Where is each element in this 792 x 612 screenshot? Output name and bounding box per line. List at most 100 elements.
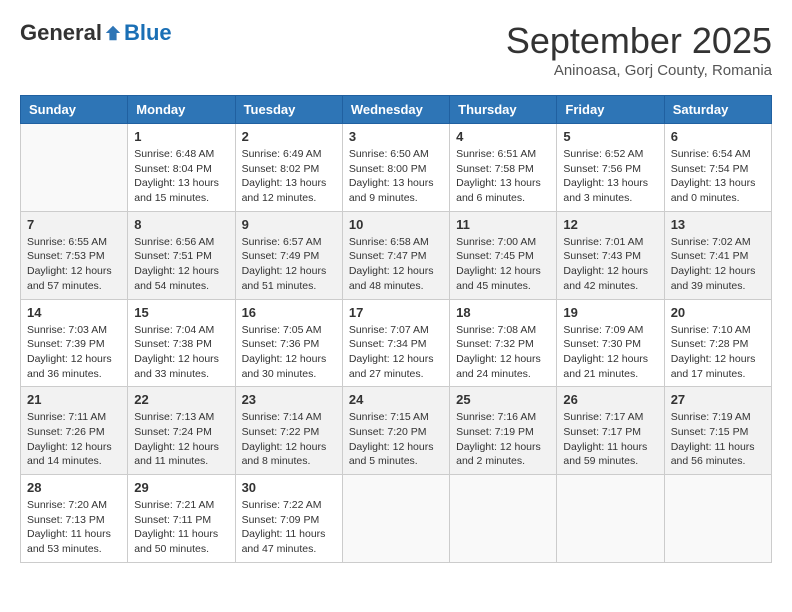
day-info: Sunrise: 6:50 AMSunset: 8:00 PMDaylight:…	[349, 147, 443, 206]
sunrise-text: Sunrise: 7:11 AM	[27, 411, 106, 423]
day-number: 3	[349, 129, 443, 144]
day-number: 15	[134, 305, 228, 320]
day-number: 7	[27, 217, 121, 232]
sunset-text: Sunset: 7:41 PM	[671, 250, 749, 262]
day-number: 8	[134, 217, 228, 232]
daylight-text: Daylight: 12 hours	[27, 265, 112, 277]
daylight-text: Daylight: 12 hours	[349, 265, 434, 277]
sunset-text: Sunset: 8:04 PM	[134, 163, 212, 175]
day-number: 12	[563, 217, 657, 232]
sunset-text: Sunset: 7:32 PM	[456, 338, 534, 350]
sunset-text: Sunset: 7:38 PM	[134, 338, 212, 350]
sunset-text: Sunset: 7:43 PM	[563, 250, 641, 262]
daylight-text: and 33 minutes.	[134, 368, 209, 380]
daylight-text: and 3 minutes.	[563, 192, 632, 204]
day-info: Sunrise: 6:49 AMSunset: 8:02 PMDaylight:…	[242, 147, 336, 206]
calendar-cell: 18Sunrise: 7:08 AMSunset: 7:32 PMDayligh…	[450, 299, 557, 387]
sunset-text: Sunset: 7:22 PM	[242, 426, 320, 438]
day-number: 22	[134, 392, 228, 407]
day-info: Sunrise: 6:51 AMSunset: 7:58 PMDaylight:…	[456, 147, 550, 206]
calendar-week-row: 7Sunrise: 6:55 AMSunset: 7:53 PMDaylight…	[21, 211, 772, 299]
day-info: Sunrise: 7:11 AM Sunset: 7:26 PM Daylight:…	[27, 410, 121, 469]
logo: General Blue	[20, 20, 172, 46]
sunrise-text: Sunrise: 7:09 AM	[563, 324, 643, 336]
daylight-text: and 30 minutes.	[242, 368, 317, 380]
weekday-header-saturday: Saturday	[664, 96, 771, 124]
calendar-cell: 10Sunrise: 6:58 AMSunset: 7:47 PMDayligh…	[342, 211, 449, 299]
sunset-text: Sunset: 7:15 PM	[671, 426, 749, 438]
day-number: 6	[671, 129, 765, 144]
calendar-cell: 3Sunrise: 6:50 AMSunset: 8:00 PMDaylight…	[342, 124, 449, 212]
daylight-text: and 15 minutes.	[134, 192, 209, 204]
daylight-text: Daylight: 12 hours	[134, 265, 219, 277]
calendar-cell: 1Sunrise: 6:48 AMSunset: 8:04 PMDaylight…	[128, 124, 235, 212]
sunset-text: Sunset: 7:45 PM	[456, 250, 534, 262]
day-number: 17	[349, 305, 443, 320]
sunrise-text: Sunrise: 7:10 AM	[671, 324, 751, 336]
sunrise-text: Sunrise: 6:54 AM	[671, 148, 751, 160]
sunset-text: Sunset: 8:00 PM	[349, 163, 427, 175]
weekday-header-sunday: Sunday	[21, 96, 128, 124]
day-info: Sunrise: 7:19 AM Sunset: 7:15 PM Daylight:…	[671, 410, 765, 469]
calendar-cell	[664, 475, 771, 563]
daylight-text: and 56 minutes.	[671, 455, 746, 467]
day-info: Sunrise: 7:02 AMSunset: 7:41 PMDaylight:…	[671, 235, 765, 294]
daylight-text: Daylight: 12 hours	[242, 265, 327, 277]
sunrise-text: Sunrise: 6:51 AM	[456, 148, 536, 160]
daylight-text: Daylight: 12 hours	[456, 265, 541, 277]
day-info: Sunrise: 7:15 AMSunset: 7:20 PMDaylight:…	[349, 410, 443, 469]
sunrise-text: Sunrise: 7:14 AM	[242, 411, 322, 423]
daylight-text: and 0 minutes.	[671, 192, 740, 204]
day-info: Sunrise: 6:57 AM Sunset: 7:49 PM Daylight:…	[242, 235, 336, 294]
sunrise-text: Sunrise: 6:48 AM	[134, 148, 214, 160]
sunrise-text: Sunrise: 6:57 AM	[242, 236, 322, 248]
sunrise-text: Sunrise: 6:50 AM	[349, 148, 429, 160]
daylight-text: Daylight: 12 hours	[134, 441, 219, 453]
daylight-text: Daylight: 11 hours	[671, 441, 755, 453]
calendar-week-row: 21Sunrise: 7:11 AMSunset: 7:26 PMDayligh…	[21, 387, 772, 475]
daylight-text: Daylight: 12 hours	[27, 353, 112, 365]
daylight-text: Daylight: 12 hours	[27, 441, 112, 453]
sunrise-text: Sunrise: 7:19 AM	[671, 411, 751, 423]
calendar-cell: 6 Sunrise: 6:54 AMSunset: 7:54 PMDaylight…	[664, 124, 771, 212]
daylight-text: and 57 minutes.	[27, 280, 102, 292]
sunrise-text: Sunrise: 7:04 AM	[134, 324, 214, 336]
day-number: 1	[134, 129, 228, 144]
weekday-header-friday: Friday	[557, 96, 664, 124]
location-subtitle: Aninoasa, Gorj County, Romania	[506, 62, 772, 79]
calendar-cell	[342, 475, 449, 563]
calendar-cell	[21, 124, 128, 212]
sunset-text: Sunset: 8:02 PM	[242, 163, 320, 175]
day-info: Sunrise: 7:03 AMSunset: 7:39 PMDaylight:…	[27, 323, 121, 382]
day-info: Sunrise: 7:01 AMSunset: 7:43 PMDaylight:…	[563, 235, 657, 294]
calendar-cell: 12 Sunrise: 7:01 AMSunset: 7:43 PMDayligh…	[557, 211, 664, 299]
sunset-text: Sunset: 7:13 PM	[27, 514, 105, 526]
sunrise-text: Sunrise: 7:03 AM	[27, 324, 107, 336]
calendar-cell: 16Sunrise: 7:05 AMSunset: 7:36 PMDayligh…	[235, 299, 342, 387]
day-number: 29	[134, 480, 228, 495]
calendar-cell: 26Sunrise: 7:17 AMSunset: 7:17 PMDayligh…	[557, 387, 664, 475]
day-info: Sunrise: 7:16 AMSunset: 7:19 PMDaylight:…	[456, 410, 550, 469]
day-info: Sunrise: 7:00 AMSunset: 7:45 PMDaylight:…	[456, 235, 550, 294]
sunset-text: Sunset: 7:30 PM	[563, 338, 641, 350]
daylight-text: Daylight: 11 hours	[242, 528, 326, 540]
sunset-text: Sunset: 7:11 PM	[134, 514, 211, 526]
calendar-cell: 17Sunrise: 7:07 AMSunset: 7:34 PMDayligh…	[342, 299, 449, 387]
day-number: 30	[242, 480, 336, 495]
sunset-text: Sunset: 7:47 PM	[349, 250, 427, 262]
day-number: 18	[456, 305, 550, 320]
calendar-cell: 24Sunrise: 7:15 AMSunset: 7:20 PMDayligh…	[342, 387, 449, 475]
day-info: Sunrise: 6:54 AMSunset: 7:54 PMDaylight:…	[671, 147, 765, 206]
sunset-text: Sunset: 7:49 PM	[242, 250, 320, 262]
sunrise-text: Sunrise: 7:08 AM	[456, 324, 536, 336]
sunset-text: Sunset: 7:26 PM	[27, 426, 105, 438]
daylight-text: Daylight: 11 hours	[27, 528, 111, 540]
daylight-text: and 53 minutes.	[27, 543, 102, 555]
calendar-cell: 23Sunrise: 7:14 AMSunset: 7:22 PMDayligh…	[235, 387, 342, 475]
calendar-cell: 28Sunrise: 7:20 AMSunset: 7:13 PMDayligh…	[21, 475, 128, 563]
sunrise-text: Sunrise: 7:21 AM	[134, 499, 214, 511]
sunrise-text: Sunrise: 7:15 AM	[349, 411, 429, 423]
calendar-week-row: 14Sunrise: 7:03 AMSunset: 7:39 PMDayligh…	[21, 299, 772, 387]
day-number: 23	[242, 392, 336, 407]
sunset-text: Sunset: 7:09 PM	[242, 514, 320, 526]
